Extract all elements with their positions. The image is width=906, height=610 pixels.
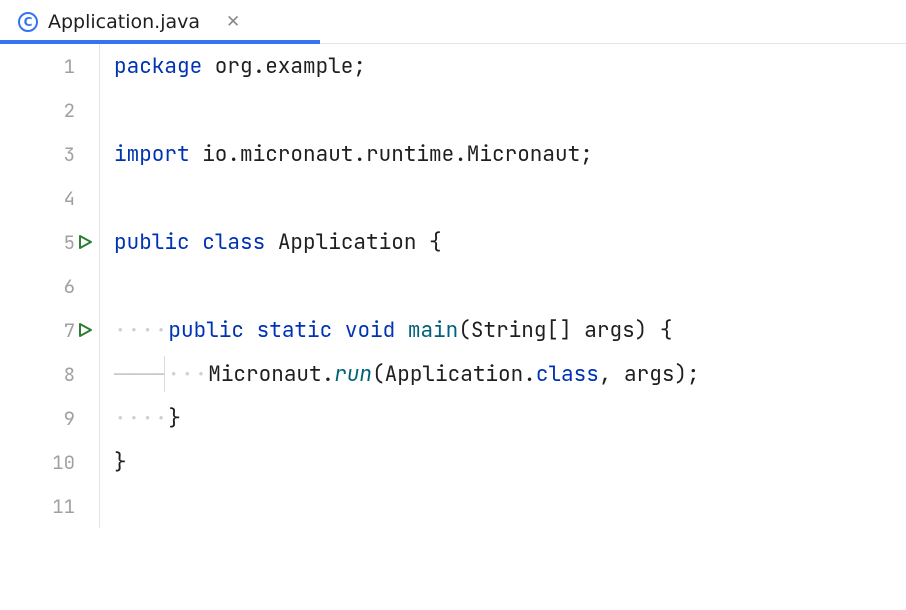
run-class-gutter-icon[interactable] xyxy=(77,234,93,250)
line-number: 10 xyxy=(52,450,75,475)
gutter-row[interactable]: 3 xyxy=(0,132,99,176)
gutter-row[interactable]: 9 xyxy=(0,396,99,440)
method-run: run xyxy=(334,361,372,388)
line-number: 5 xyxy=(64,230,75,255)
line-number: 2 xyxy=(64,98,75,123)
keyword-public: public xyxy=(168,317,244,344)
tab-bar: C Application.java ✕ xyxy=(0,0,906,44)
code-text: Micronaut. xyxy=(208,361,334,388)
params: (String[] args) xyxy=(458,317,660,344)
space xyxy=(395,317,408,344)
code-line[interactable] xyxy=(114,484,700,528)
keyword-static: static xyxy=(257,317,333,344)
editor-tab[interactable]: C Application.java ✕ xyxy=(0,0,258,43)
space xyxy=(244,317,257,344)
code-line[interactable]: package org.example; xyxy=(114,44,700,88)
code-line[interactable] xyxy=(114,88,700,132)
code-text: (Application. xyxy=(372,361,536,388)
whitespace-indicator: ···· xyxy=(114,317,168,344)
code-text: , args); xyxy=(599,361,700,388)
keyword-class-ref: class xyxy=(536,361,599,388)
editor: 1 2 3 4 5 6 7 8 9 10 11 package org.exam… xyxy=(0,44,906,528)
code-line[interactable]: } xyxy=(114,440,700,484)
code-line[interactable]: ····public static void main(String[] arg… xyxy=(114,308,700,352)
gutter-row[interactable]: 11 xyxy=(0,484,99,528)
brace: { xyxy=(429,229,442,256)
indent-guide xyxy=(164,356,165,392)
line-number: 4 xyxy=(64,186,75,211)
package-name: org.example; xyxy=(202,53,366,80)
gutter-row[interactable]: 8 xyxy=(0,352,99,396)
line-number: 8 xyxy=(64,362,75,387)
java-class-icon-letter: C xyxy=(24,16,33,28)
line-number: 7 xyxy=(64,318,75,343)
whitespace-indicator: ··· xyxy=(167,361,208,388)
gutter-row[interactable]: 2 xyxy=(0,88,99,132)
code-line[interactable]: import io.micronaut.runtime.Micronaut; xyxy=(114,132,700,176)
keyword-import: import xyxy=(114,141,190,168)
keyword-class: class xyxy=(202,229,265,256)
keyword-package: package xyxy=(114,53,202,80)
brace: } xyxy=(114,449,127,476)
gutter-row[interactable]: 5 xyxy=(0,220,99,264)
gutter-row[interactable]: 4 xyxy=(0,176,99,220)
space xyxy=(332,317,345,344)
line-number: 11 xyxy=(52,494,75,519)
gutter-row[interactable]: 10 xyxy=(0,440,99,484)
brace: } xyxy=(168,405,181,432)
code-line[interactable] xyxy=(114,176,700,220)
code-line[interactable]: ····} xyxy=(114,396,700,440)
class-name: Application xyxy=(265,229,429,256)
code-area[interactable]: package org.example; import io.micronaut… xyxy=(100,44,700,528)
gutter-row[interactable]: 1 xyxy=(0,44,99,88)
keyword-void: void xyxy=(345,317,395,344)
space xyxy=(190,229,203,256)
gutter-row[interactable]: 6 xyxy=(0,264,99,308)
tab-filename: Application.java xyxy=(48,11,200,33)
code-line[interactable] xyxy=(114,264,700,308)
method-main: main xyxy=(408,317,458,344)
close-tab-icon[interactable]: ✕ xyxy=(226,12,240,32)
gutter-row[interactable]: 7 xyxy=(0,308,99,352)
gutter: 1 2 3 4 5 6 7 8 9 10 11 xyxy=(0,44,100,528)
import-path: io.micronaut.runtime.Micronaut; xyxy=(190,141,593,168)
code-line[interactable]: ————···Micronaut.run(Application.class, … xyxy=(114,352,700,396)
line-number: 6 xyxy=(64,274,75,299)
run-main-gutter-icon[interactable] xyxy=(77,322,93,338)
keyword-public: public xyxy=(114,229,190,256)
line-number: 1 xyxy=(64,54,75,79)
java-class-icon: C xyxy=(18,12,38,32)
line-number: 9 xyxy=(64,406,75,431)
whitespace-indicator: ———— xyxy=(114,361,164,388)
code-line[interactable]: public class Application { xyxy=(114,220,700,264)
brace: { xyxy=(660,317,673,344)
whitespace-indicator: ···· xyxy=(114,405,168,432)
line-number: 3 xyxy=(64,142,75,167)
